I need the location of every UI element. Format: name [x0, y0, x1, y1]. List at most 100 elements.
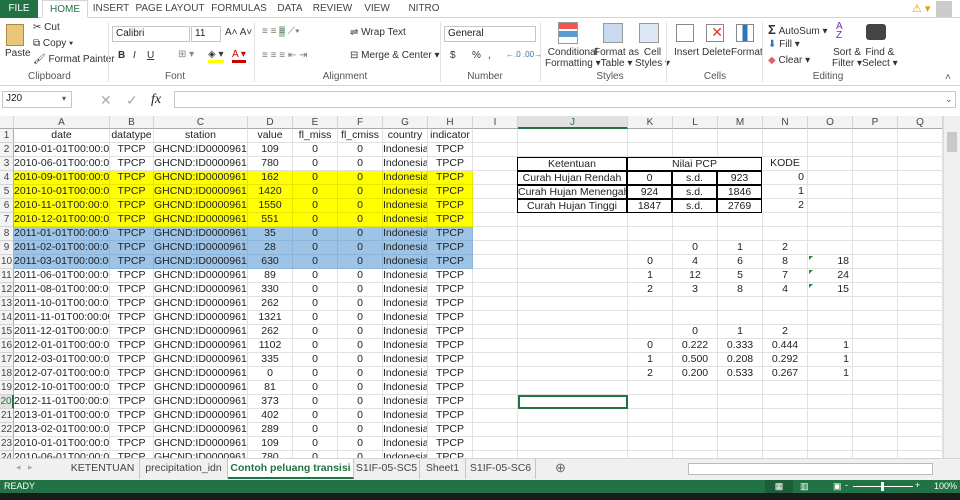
cell-E7[interactable]: 0 [293, 213, 338, 227]
cell-N18[interactable]: 0.267 [763, 367, 808, 381]
cell-N6[interactable]: 2 [763, 199, 808, 213]
cell-K7[interactable] [628, 213, 673, 227]
cell-P3[interactable] [853, 157, 898, 171]
cell-A11[interactable]: 2011-06-01T00:00:00 [14, 269, 110, 283]
cell-D10[interactable]: 630 [248, 255, 293, 269]
font-color-button[interactable]: A ▾ [232, 49, 246, 63]
cell-Q1[interactable] [898, 129, 943, 143]
cell-D14[interactable]: 1321 [248, 311, 293, 325]
cell-B16[interactable]: TPCP [110, 339, 154, 353]
cell-C16[interactable]: GHCND:ID000096145 [154, 339, 248, 353]
cell-H21[interactable]: TPCP [428, 409, 473, 423]
row-header-18[interactable]: 18 [0, 367, 14, 381]
cell-Q13[interactable] [898, 297, 943, 311]
cell-C15[interactable]: GHCND:ID000096145 [154, 325, 248, 339]
cell-D11[interactable]: 89 [248, 269, 293, 283]
cell-D23[interactable]: 109 [248, 437, 293, 451]
column-header-Q[interactable]: Q [898, 116, 943, 129]
cell-D13[interactable]: 262 [248, 297, 293, 311]
column-header-K[interactable]: K [628, 116, 673, 129]
column-header-N[interactable]: N [763, 116, 808, 129]
cell-A24[interactable]: 2010-06-01T00:00:00 [14, 451, 110, 458]
cell-G10[interactable]: Indonesia [383, 255, 428, 269]
cell-B4[interactable]: TPCP [110, 171, 154, 185]
page-break-view-button[interactable]: ▣ [833, 480, 842, 493]
row-header-11[interactable]: 11 [0, 269, 14, 283]
cell-K4[interactable]: 0 [627, 171, 672, 185]
cell-F14[interactable]: 0 [338, 311, 383, 325]
cell-B10[interactable]: TPCP [110, 255, 154, 269]
cell-L19[interactable] [673, 381, 718, 395]
cell-G6[interactable]: Indonesia [383, 199, 428, 213]
cell-P4[interactable] [853, 171, 898, 185]
cell-M8[interactable] [718, 227, 763, 241]
cell-O8[interactable] [808, 227, 853, 241]
cell-P14[interactable] [853, 311, 898, 325]
cancel-icon[interactable]: ✕ [100, 92, 112, 109]
cell-B13[interactable]: TPCP [110, 297, 154, 311]
cell-A10[interactable]: 2011-03-01T00:00:00 [14, 255, 110, 269]
cell-O7[interactable] [808, 213, 853, 227]
cell-D17[interactable]: 335 [248, 353, 293, 367]
cell-D9[interactable]: 28 [248, 241, 293, 255]
ribbon-tab-file[interactable]: FILE [0, 0, 38, 18]
ribbon-tab-formulas[interactable]: FORMULAS [208, 0, 270, 18]
cell-D12[interactable]: 330 [248, 283, 293, 297]
cell-F5[interactable]: 0 [338, 185, 383, 199]
cell-Q24[interactable] [898, 451, 943, 458]
cell-A1[interactable]: date [14, 129, 110, 143]
vertical-align-buttons[interactable]: ≡ ≡ ≡ ⟋▾ [262, 26, 300, 37]
cell-O16[interactable]: 1 [808, 339, 853, 353]
cell-K15[interactable] [628, 325, 673, 339]
cell-B14[interactable]: TPCP [110, 311, 154, 325]
cell-Q14[interactable] [898, 311, 943, 325]
cell-M10[interactable]: 6 [718, 255, 763, 269]
cell-N10[interactable]: 8 [763, 255, 808, 269]
cell-M22[interactable] [718, 423, 763, 437]
cell-N1[interactable] [763, 129, 808, 143]
cell-L6[interactable]: s.d. [672, 199, 717, 213]
cell-C19[interactable]: GHCND:ID000096145 [154, 381, 248, 395]
row-header-14[interactable]: 14 [0, 311, 14, 325]
cell-M16[interactable]: 0.333 [718, 339, 763, 353]
cell-A6[interactable]: 2010-11-01T00:00:00 [14, 199, 110, 213]
cell-C5[interactable]: GHCND:ID000096145 [154, 185, 248, 199]
column-header-A[interactable]: A [14, 116, 110, 129]
cell-G23[interactable]: Indonesia [383, 437, 428, 451]
cell-N21[interactable] [763, 409, 808, 423]
cell-Q2[interactable] [898, 143, 943, 157]
cell-M23[interactable] [718, 437, 763, 451]
sheet-nav-buttons[interactable]: ◂ ▸ [16, 462, 33, 473]
row-header-1[interactable]: 1 [0, 129, 14, 143]
cell-D4[interactable]: 162 [248, 171, 293, 185]
cell-L15[interactable]: 0 [673, 325, 718, 339]
format-as-table-button[interactable]: Format as Table ▾ [594, 47, 639, 69]
cell-G4[interactable]: Indonesia [383, 171, 428, 185]
cell-K9[interactable] [628, 241, 673, 255]
cell-C7[interactable]: GHCND:ID000096145 [154, 213, 248, 227]
cell-B12[interactable]: TPCP [110, 283, 154, 297]
formula-input[interactable] [174, 91, 956, 108]
row-header-20[interactable]: 20 [0, 395, 14, 409]
cell-C24[interactable]: GHCND:ID000096145 [154, 451, 248, 458]
cell-H10[interactable]: TPCP [428, 255, 473, 269]
cell-M4[interactable]: 923 [717, 171, 762, 185]
cell-O24[interactable] [808, 451, 853, 458]
cell-G19[interactable]: Indonesia [383, 381, 428, 395]
zoom-slider-thumb[interactable] [881, 482, 884, 491]
cell-D8[interactable]: 35 [248, 227, 293, 241]
cell-H17[interactable]: TPCP [428, 353, 473, 367]
cell-J14[interactable] [518, 311, 628, 325]
cell-A23[interactable]: 2010-01-01T00:00:00 [14, 437, 110, 451]
ribbon-tab-data[interactable]: DATA [272, 0, 308, 18]
cell-N9[interactable]: 2 [763, 241, 808, 255]
cell-B11[interactable]: TPCP [110, 269, 154, 283]
cell-H1[interactable]: indicator [428, 129, 473, 143]
cell-B15[interactable]: TPCP [110, 325, 154, 339]
cell-H14[interactable]: TPCP [428, 311, 473, 325]
cell-F21[interactable]: 0 [338, 409, 383, 423]
cell-Q18[interactable] [898, 367, 943, 381]
cell-P15[interactable] [853, 325, 898, 339]
cell-Q15[interactable] [898, 325, 943, 339]
fill-color-button[interactable]: ◈ ▾ [208, 49, 224, 63]
